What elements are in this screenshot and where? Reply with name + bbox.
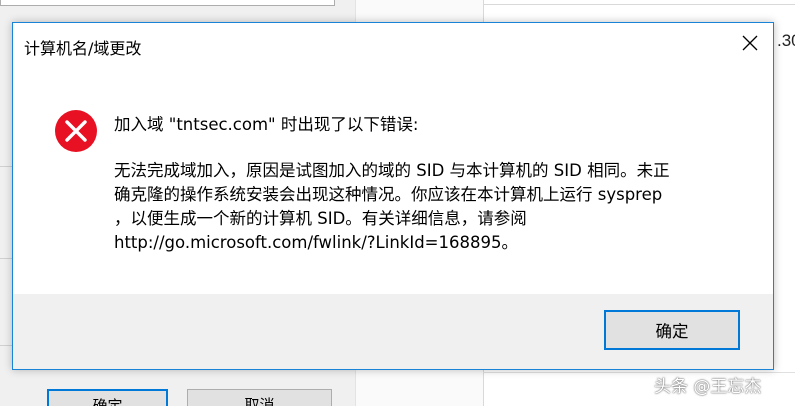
background-divider <box>483 4 795 5</box>
dialog-title: 计算机名/域更改 <box>24 39 142 58</box>
error-heading: 加入域 "tntsec.com" 时出现了以下错误: <box>114 115 419 134</box>
error-x-icon <box>54 109 98 153</box>
close-button[interactable] <box>727 23 773 67</box>
error-message-line: 无法完成域加入，原因是试图加入的域的 SID 与本计算机的 SID 相同。未正 <box>114 161 670 180</box>
error-message-line: ，以便生成一个新的计算机 SID。有关详细信息，请参阅 <box>114 209 527 228</box>
background-input <box>0 0 335 6</box>
close-icon <box>742 35 758 55</box>
background-divider <box>0 166 12 167</box>
background-peek-text: .30 <box>777 31 795 50</box>
background-cancel-button[interactable]: 取消 <box>187 389 332 406</box>
dialog-footer: 确定 <box>13 294 773 369</box>
error-message: 无法完成域加入，原因是试图加入的域的 SID 与本计算机的 SID 相同。未正 … <box>114 159 724 255</box>
error-message-line: http://go.microsoft.com/fwlink/?LinkId=1… <box>114 233 518 252</box>
dialog-titlebar[interactable]: 计算机名/域更改 <box>13 23 773 67</box>
watermark: 头条 @王忘杰 <box>654 377 762 397</box>
error-dialog: 计算机名/域更改 加入域 "tntsec.com" 时出现了以下错误: 无法完成… <box>12 22 774 370</box>
background-divider <box>0 345 12 346</box>
error-message-line: 确克隆的操作系统安装会出现这种情况。你应该在本计算机上运行 sysprep <box>114 185 663 204</box>
background-ok-button[interactable]: 确定 <box>47 389 168 406</box>
background-divider <box>0 258 12 259</box>
ok-button[interactable]: 确定 <box>604 310 740 350</box>
